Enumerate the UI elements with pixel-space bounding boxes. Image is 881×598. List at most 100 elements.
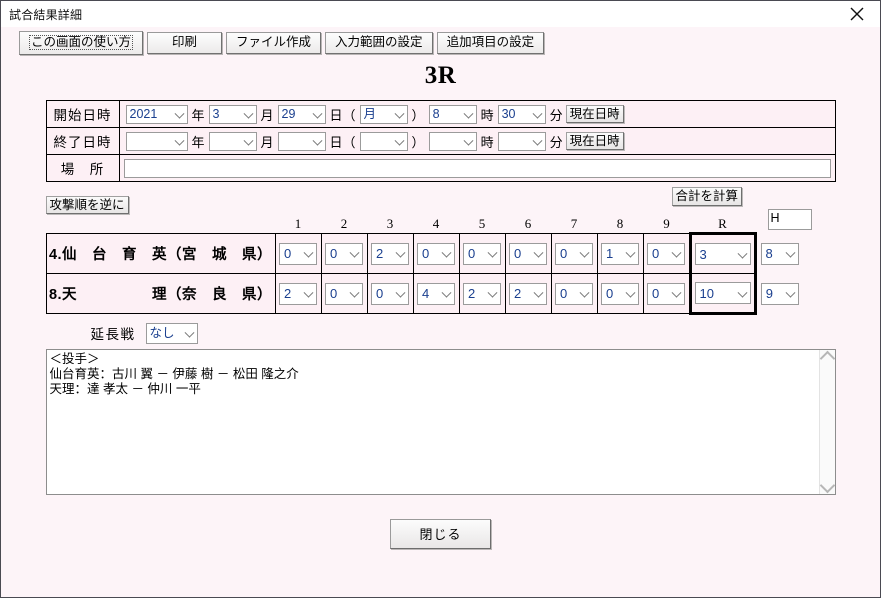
place-input[interactable] [123, 158, 831, 178]
inning-select-2-9[interactable]: 0 [647, 282, 685, 305]
print-button[interactable]: 印刷 [147, 32, 223, 54]
window-titlebar: 試合結果詳細 [1, 1, 880, 27]
toolbar: この画面の使い方 印刷 ファイル作成 入力範囲の設定 追加項目の設定 [1, 27, 880, 55]
extension-row: 延長戦 なし [46, 321, 836, 345]
end-weekday-close: ） [411, 134, 425, 150]
runs-select-2[interactable]: 10 [694, 282, 751, 304]
end-hour-select[interactable] [428, 131, 477, 151]
end-year-unit: 年 [191, 134, 205, 150]
start-year-unit: 年 [191, 107, 205, 123]
extension-label: 延長戦 [90, 327, 136, 342]
end-minute-select-wrap[interactable] [497, 131, 546, 151]
inning-select-2-3[interactable]: 0 [371, 282, 409, 305]
start-hour-select-wrap[interactable]: 8 [428, 104, 477, 124]
close-button[interactable]: 閉じる [390, 519, 491, 549]
score-cell-2-2: 0 [320, 273, 368, 314]
inning-select-2-4[interactable]: 4 [417, 282, 455, 305]
inning-select-1-7[interactable]: 0 [555, 242, 593, 265]
score-header-row: 1 2 3 4 5 6 7 8 9 R [46, 215, 803, 234]
runs-select-1[interactable]: 3 [694, 243, 751, 265]
start-datetime-label: 開始日時 [45, 100, 120, 128]
table-row: 8.天 理（奈 良 県） 2 0 0 4 2 2 0 0 0 10 9 [45, 273, 803, 315]
start-minute-unit: 分 [549, 107, 563, 123]
start-hour-select[interactable]: 8 [428, 104, 477, 124]
start-day-select-wrap[interactable]: 29 [277, 104, 326, 124]
end-month-select-wrap[interactable] [208, 131, 257, 151]
inning-select-2-8[interactable]: 0 [601, 282, 639, 305]
score-cell-1-7: 0 [550, 233, 598, 274]
reverse-order-button[interactable]: 攻撃順を逆に [45, 195, 129, 214]
start-month-select[interactable]: 3 [208, 104, 257, 124]
inning-select-1-9[interactable]: 0 [647, 242, 685, 265]
close-icon[interactable] [834, 1, 880, 27]
start-weekday-select-wrap[interactable]: 月 [359, 104, 408, 124]
inning-header-3: 3 [386, 216, 394, 231]
start-month-select-wrap[interactable]: 3 [208, 104, 257, 124]
memo-textarea[interactable]: ＜投手＞ 仙台育英：古川 翼 － 伊藤 樹 － 松田 隆之介 天理：達 孝太 －… [46, 350, 819, 494]
inning-select-1-8[interactable]: 1 [601, 242, 639, 265]
inning-select-2-2[interactable]: 0 [325, 282, 363, 305]
runs-cell-2: 10 [688, 273, 757, 315]
inning-select-1-2[interactable]: 0 [325, 242, 363, 265]
table-row: 4.仙 台 育 英（宮 城 県） 0 0 2 0 0 0 0 1 0 3 8 [45, 232, 803, 274]
window-title: 試合結果詳細 [9, 7, 83, 22]
start-day-select[interactable]: 29 [277, 104, 326, 124]
score-cell-2-8: 0 [596, 273, 644, 314]
help-button[interactable]: この画面の使い方 [19, 31, 144, 55]
h-header-box[interactable]: H [767, 209, 812, 230]
inning-header-9: 9 [663, 216, 670, 231]
end-year-select[interactable] [125, 131, 188, 151]
inning-select-2-1[interactable]: 2 [279, 282, 317, 305]
end-minute-select[interactable] [497, 131, 546, 151]
score-cell-1-1: 0 [274, 233, 322, 274]
score-cell-2-9: 0 [642, 273, 691, 314]
end-year-select-wrap[interactable] [125, 131, 188, 151]
inning-header-1: 1 [294, 216, 302, 231]
end-month-select[interactable] [208, 131, 257, 151]
start-year-select-wrap[interactable]: 2021 [125, 104, 188, 124]
team-label-2: 天 理（奈 良 県） [62, 287, 273, 303]
runs-header: R [718, 215, 727, 231]
score-cell-1-5: 0 [458, 233, 506, 274]
place-row: 場 所 [45, 154, 836, 182]
inning-select-2-7[interactable]: 0 [555, 282, 593, 305]
chevron-down-icon[interactable] [819, 477, 835, 494]
inning-select-2-6[interactable]: 2 [509, 282, 547, 305]
end-hour-unit: 時 [480, 134, 494, 150]
hits-select-2[interactable]: 9 [760, 282, 799, 305]
input-range-settings-button[interactable]: 入力範囲の設定 [325, 32, 433, 54]
additional-items-settings-button[interactable]: 追加項目の設定 [436, 32, 545, 54]
calculate-total-button[interactable]: 合計を計算 [671, 187, 743, 206]
hits-cell-1: 8 [755, 234, 803, 274]
inning-select-2-5[interactable]: 2 [463, 282, 501, 305]
end-hour-select-wrap[interactable] [428, 131, 477, 151]
hits-select-1[interactable]: 8 [760, 242, 799, 265]
start-minute-select[interactable]: 30 [497, 104, 546, 124]
end-weekday-select-wrap[interactable] [359, 131, 408, 151]
inning-header-8: 8 [616, 216, 624, 231]
start-weekday-select[interactable]: 月 [359, 104, 408, 124]
extension-select-wrap[interactable]: なし [145, 322, 198, 344]
inning-select-1-3[interactable]: 2 [371, 242, 409, 265]
create-file-button[interactable]: ファイル作成 [226, 32, 322, 54]
inning-select-1-6[interactable]: 0 [509, 242, 547, 265]
inning-header-4: 4 [432, 216, 440, 231]
end-day-select-wrap[interactable] [277, 131, 326, 151]
inning-header-5: 5 [478, 216, 486, 231]
team-name-cell-2: 8.天 理（奈 良 県） [45, 273, 276, 314]
inning-select-1-5[interactable]: 0 [463, 242, 501, 265]
inning-select-1-1[interactable]: 0 [279, 242, 317, 265]
memo-scrollbar[interactable] [818, 350, 835, 494]
start-minute-select-wrap[interactable]: 30 [497, 104, 546, 124]
start-now-button[interactable]: 現在日時 [565, 104, 624, 124]
end-day-select[interactable] [277, 131, 326, 151]
end-weekday-select[interactable] [359, 131, 408, 151]
chevron-up-icon[interactable] [819, 350, 835, 367]
start-day-unit: 日（ [329, 107, 356, 123]
end-now-button[interactable]: 現在日時 [565, 131, 624, 151]
extension-select[interactable]: なし [145, 322, 198, 344]
inning-select-1-4[interactable]: 0 [417, 242, 455, 265]
runs-cell-1: 3 [688, 232, 757, 274]
team-name-cell-1: 4.仙 台 育 英（宮 城 県） [45, 233, 276, 274]
start-year-select[interactable]: 2021 [125, 104, 188, 124]
